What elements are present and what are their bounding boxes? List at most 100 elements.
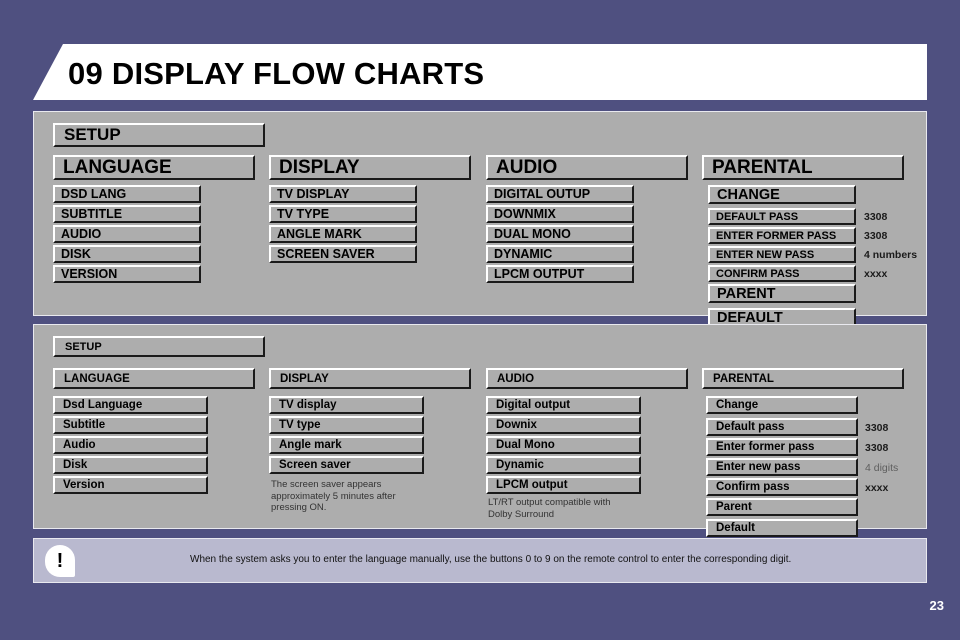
upper-parental-pass-row-3-value: xxxx <box>864 268 888 280</box>
upper-parental-pass-row-1[interactable]: ENTER FORMER PASS <box>708 227 856 244</box>
upper-display-item-0[interactable]: TV DISPLAY <box>269 185 417 203</box>
lower-parental-pass-row-1[interactable]: Enter former pass <box>706 438 858 456</box>
upper-audio-item-1[interactable]: DOWNMIX <box>486 205 634 223</box>
upper-flow-chart-panel: SETUP LANGUAGE DSD LANG SUBTITLE AUDIO D… <box>33 111 927 327</box>
lower-audio-item-3-label: Dynamic <box>496 459 544 471</box>
lower-parental-pass-row-2-value: 4 digits <box>865 462 899 474</box>
upper-audio-item-3[interactable]: DYNAMIC <box>486 245 634 263</box>
upper-parental-pass-row-2[interactable]: ENTER NEW PASS <box>708 246 856 263</box>
lower-parental-change-button[interactable]: Change <box>706 396 858 414</box>
upper-display-item-2-label: ANGLE MARK <box>277 227 362 241</box>
lower-parental-pass-row-2[interactable]: Enter new pass <box>706 458 858 476</box>
lower-language-item-3[interactable]: Disk <box>53 456 208 474</box>
lower-parental-header-label: PARENTAL <box>713 372 774 385</box>
lower-language-item-4-label: Version <box>63 479 105 491</box>
lower-audio-item-4[interactable]: LPCM output <box>486 476 641 494</box>
chapter-title-text: DISPLAY FLOW CHARTS <box>111 56 485 91</box>
lower-parental-parent-label: Parent <box>716 501 752 513</box>
lower-parental-header-button[interactable]: PARENTAL <box>702 368 904 389</box>
lower-parental-default-button[interactable]: Default <box>706 519 858 537</box>
lower-display-item-2[interactable]: Angle mark <box>269 436 424 454</box>
upper-audio-header-button[interactable]: AUDIO <box>486 155 688 180</box>
upper-language-item-1-label: SUBTITLE <box>61 207 123 221</box>
upper-parental-pass-row-1-value: 3308 <box>864 230 888 242</box>
upper-language-header-label: LANGUAGE <box>63 156 172 178</box>
lower-parental-default-label: Default <box>716 522 755 534</box>
upper-language-item-0-label: DSD LANG <box>61 187 127 201</box>
lower-parental-pass-row-2-label: Enter new pass <box>716 461 801 473</box>
upper-display-item-3-label: SCREEN SAVER <box>277 247 375 261</box>
lower-display-item-1-label: TV type <box>279 419 321 431</box>
lower-parental-pass-row-3-label: Confirm pass <box>716 481 790 493</box>
lower-display-item-0-label: TV display <box>279 399 337 411</box>
exclamation-icon: ! <box>45 545 75 577</box>
lower-display-screen-saver-note: The screen saver appears approximately 5… <box>271 479 396 513</box>
lower-language-item-2[interactable]: Audio <box>53 436 208 454</box>
lower-language-item-1[interactable]: Subtitle <box>53 416 208 434</box>
lower-parental-pass-row-0-value: 3308 <box>865 422 889 434</box>
upper-parental-pass-row-3-label: CONFIRM PASS <box>716 267 800 280</box>
lower-root-setup-button[interactable]: SETUP <box>53 336 265 357</box>
upper-parental-pass-row-2-value: 4 numbers <box>864 249 918 261</box>
upper-parental-pass-row-0[interactable]: DEFAULT PASS <box>708 208 856 225</box>
lower-parental-pass-row-1-label: Enter former pass <box>716 441 815 453</box>
upper-root-setup-label: SETUP <box>64 125 121 144</box>
upper-audio-item-3-label: DYNAMIC <box>494 247 553 261</box>
lower-display-item-1[interactable]: TV type <box>269 416 424 434</box>
upper-audio-item-0[interactable]: DIGITAL OUTUP <box>486 185 634 203</box>
upper-language-item-3[interactable]: DISK <box>53 245 201 263</box>
upper-language-item-2-label: AUDIO <box>61 227 102 241</box>
upper-display-item-0-label: TV DISPLAY <box>277 187 350 201</box>
upper-display-item-1[interactable]: TV TYPE <box>269 205 417 223</box>
lower-audio-item-2-label: Dual Mono <box>496 439 555 451</box>
upper-parental-header-label: PARENTAL <box>712 156 813 178</box>
lower-parental-pass-row-0[interactable]: Default pass <box>706 418 858 436</box>
upper-language-item-1[interactable]: SUBTITLE <box>53 205 201 223</box>
upper-parental-pass-row-3[interactable]: CONFIRM PASS <box>708 265 856 282</box>
upper-display-header-button[interactable]: DISPLAY <box>269 155 471 180</box>
lower-audio-item-3[interactable]: Dynamic <box>486 456 641 474</box>
lower-audio-item-1[interactable]: Downix <box>486 416 641 434</box>
lower-audio-item-2[interactable]: Dual Mono <box>486 436 641 454</box>
note-callout-text: When the system asks you to enter the la… <box>190 554 792 565</box>
lower-display-item-3[interactable]: Screen saver <box>269 456 424 474</box>
upper-language-item-0[interactable]: DSD LANG <box>53 185 201 203</box>
lower-audio-header-button[interactable]: AUDIO <box>486 368 688 389</box>
upper-language-header-button[interactable]: LANGUAGE <box>53 155 255 180</box>
upper-display-item-1-label: TV TYPE <box>277 207 330 221</box>
upper-parental-parent-label: PARENT <box>717 285 776 302</box>
lower-flow-chart-panel: SETUP LANGUAGE Dsd Language Subtitle Aud… <box>33 324 927 537</box>
upper-parental-change-button[interactable]: CHANGE <box>708 185 856 204</box>
upper-audio-item-1-label: DOWNMIX <box>494 207 556 221</box>
lower-display-header-button[interactable]: DISPLAY <box>269 368 471 389</box>
lower-parental-parent-button[interactable]: Parent <box>706 498 858 516</box>
lower-parental-pass-row-0-label: Default pass <box>716 421 785 433</box>
lower-audio-item-0-label: Digital output <box>496 399 571 411</box>
upper-parental-pass-row-0-value: 3308 <box>864 211 888 223</box>
lower-audio-item-4-label: LPCM output <box>496 479 568 491</box>
upper-audio-item-2[interactable]: DUAL MONO <box>486 225 634 243</box>
upper-language-item-2[interactable]: AUDIO <box>53 225 201 243</box>
upper-audio-item-2-label: DUAL MONO <box>494 227 571 241</box>
lower-language-item-1-label: Subtitle <box>63 419 106 431</box>
upper-audio-item-4[interactable]: LPCM OUTPUT <box>486 265 634 283</box>
upper-display-item-2[interactable]: ANGLE MARK <box>269 225 417 243</box>
lower-language-item-4[interactable]: Version <box>53 476 208 494</box>
lower-language-header-button[interactable]: LANGUAGE <box>53 368 255 389</box>
upper-display-item-3[interactable]: SCREEN SAVER <box>269 245 417 263</box>
upper-parental-parent-button[interactable]: PARENT <box>708 284 856 303</box>
lower-audio-lpcm-note: LT/RT output compatible with Dolby Surro… <box>488 497 611 520</box>
upper-display-header-label: DISPLAY <box>279 156 360 178</box>
upper-language-item-3-label: DISK <box>61 247 91 261</box>
lower-language-item-0[interactable]: Dsd Language <box>53 396 208 414</box>
lower-parental-pass-row-3[interactable]: Confirm pass <box>706 478 858 496</box>
upper-parental-header-button[interactable]: PARENTAL <box>702 155 904 180</box>
page-title: 09 DISPLAY FLOW CHARTS <box>68 52 768 96</box>
upper-parental-pass-row-2-label: ENTER NEW PASS <box>716 248 815 261</box>
upper-root-setup-button[interactable]: SETUP <box>53 123 265 147</box>
lower-language-header-label: LANGUAGE <box>64 372 130 385</box>
lower-display-item-0[interactable]: TV display <box>269 396 424 414</box>
upper-language-item-4[interactable]: VERSION <box>53 265 201 283</box>
lower-audio-item-0[interactable]: Digital output <box>486 396 641 414</box>
lower-display-item-3-label: Screen saver <box>279 459 351 471</box>
